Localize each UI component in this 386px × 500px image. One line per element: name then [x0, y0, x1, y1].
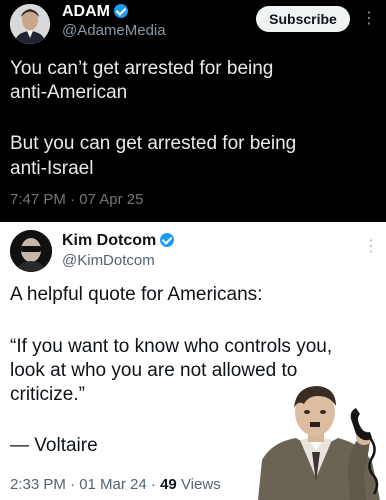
- author-handle[interactable]: @AdameMedia: [62, 22, 166, 39]
- tweet-text-line: anti-American: [10, 82, 128, 103]
- verified-badge-icon: [114, 4, 128, 18]
- views-count: 49: [160, 476, 177, 493]
- avatar-portrait-icon: [10, 4, 50, 44]
- more-vertical-icon[interactable]: ⋮: [361, 8, 377, 28]
- avatar-portrait-icon: [10, 230, 52, 272]
- tweet-dark: ADAM @AdameMedia Subscribe ⋮ You can’t g…: [0, 0, 386, 222]
- author-name[interactable]: Kim Dotcom: [62, 232, 175, 250]
- tweet-text-line: “If you want to know who controls you,: [10, 336, 333, 357]
- tweet-timestamp[interactable]: 7:47 PM · 07 Apr 25: [10, 191, 143, 208]
- author-name[interactable]: ADAM: [62, 3, 128, 21]
- man-with-telephone-image: [252, 378, 386, 500]
- tweet-text-line: You can’t get arrested for being: [10, 58, 274, 79]
- tweet-text-line: criticize.”: [10, 384, 85, 405]
- subscribe-button[interactable]: Subscribe: [256, 6, 350, 32]
- author-handle[interactable]: @KimDotcom: [62, 252, 155, 269]
- more-vertical-icon[interactable]: ⋮: [363, 236, 379, 256]
- tweet-timestamp: 2:33 PM · 01 Mar 24 ·: [10, 476, 156, 493]
- author-name-text: Kim Dotcom: [62, 232, 157, 249]
- avatar-adam[interactable]: [10, 4, 50, 44]
- author-name-text: ADAM: [62, 3, 110, 20]
- verified-badge-icon: [160, 233, 175, 247]
- tweet-text-line: A helpful quote for Americans:: [10, 284, 263, 305]
- tweet-text-line: anti-Israel: [10, 158, 94, 179]
- tweet-text-line: But you can get arrested for being: [10, 133, 297, 154]
- tweet-meta[interactable]: 2:33 PM · 01 Mar 24 · 49 Views: [10, 476, 221, 493]
- tweet-text-line: — Voltaire: [10, 435, 98, 456]
- views-label: Views: [180, 476, 221, 493]
- avatar-kimdotcom[interactable]: [10, 230, 52, 272]
